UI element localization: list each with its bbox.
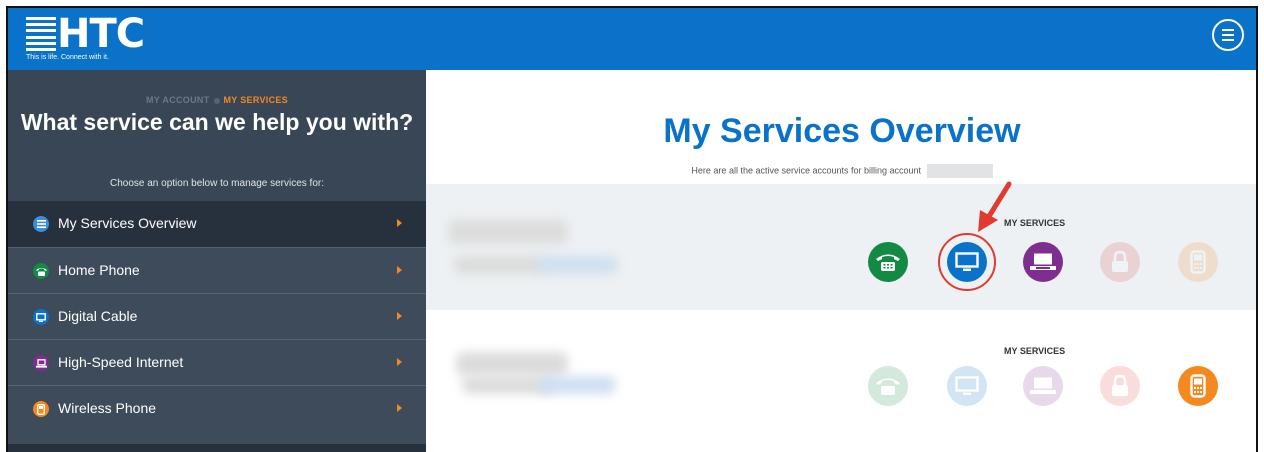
chevron-right-icon bbox=[397, 266, 402, 274]
redacted-account-name bbox=[448, 220, 568, 244]
breadcrumb-my-services: MY SERVICES bbox=[223, 95, 288, 105]
service-mobile-icon[interactable] bbox=[1178, 366, 1218, 406]
nav-item-label: High-Speed Internet bbox=[58, 354, 184, 370]
list-icon bbox=[33, 216, 49, 232]
my-services-label: MY SERVICES bbox=[1004, 346, 1066, 356]
htc-logo[interactable]: HTC This is life. Connect with it. bbox=[26, 11, 146, 64]
nav-item-home-phone[interactable]: Home Phone bbox=[8, 247, 426, 293]
page-subtitle: Here are all the active service accounts… bbox=[426, 164, 1256, 178]
phone-icon bbox=[33, 263, 49, 279]
nav-item-digital-cable[interactable]: Digital Cable bbox=[8, 293, 426, 339]
sidebar: MY ACCOUNT MY SERVICES What service can w… bbox=[8, 70, 426, 452]
account-row: MY SERVICES bbox=[426, 310, 1256, 436]
logo-tagline: This is life. Connect with it. bbox=[26, 54, 109, 61]
redacted-account-number bbox=[926, 164, 993, 178]
mobile-icon bbox=[33, 401, 49, 417]
redacted-account-name bbox=[456, 352, 568, 376]
service-mobile-icon[interactable] bbox=[1178, 242, 1218, 282]
nav-item-my-services-overview[interactable]: My Services Overview bbox=[8, 201, 426, 247]
breadcrumb-separator bbox=[213, 97, 220, 104]
sidebar-footer bbox=[8, 444, 426, 452]
service-laptop-icon[interactable] bbox=[1023, 366, 1063, 406]
logo-stripes bbox=[26, 17, 56, 51]
sidebar-subtitle: Choose an option below to manage service… bbox=[109, 178, 324, 189]
sidebar-header: MY ACCOUNT MY SERVICES What service can w… bbox=[8, 70, 426, 201]
breadcrumb-my-account[interactable]: MY ACCOUNT bbox=[146, 95, 210, 105]
laptop-icon bbox=[33, 355, 49, 371]
account-row: MY SERVICES bbox=[426, 181, 1256, 310]
nav-item-label: My Services Overview bbox=[58, 215, 197, 231]
service-tv-icon[interactable] bbox=[947, 366, 987, 406]
chevron-right-icon bbox=[397, 358, 402, 366]
chevron-right-icon bbox=[397, 404, 402, 412]
redacted-account-link[interactable] bbox=[538, 376, 616, 394]
service-lock-icon[interactable] bbox=[1100, 242, 1140, 282]
main-content: My Services Overview Here are all the ac… bbox=[426, 70, 1256, 452]
page-title: My Services Overview bbox=[663, 112, 1021, 150]
nav-item-label: Digital Cable bbox=[58, 308, 138, 324]
service-phone-icon[interactable] bbox=[868, 366, 908, 406]
service-tv-icon[interactable] bbox=[947, 242, 987, 282]
service-lock-icon[interactable] bbox=[1100, 366, 1140, 406]
service-phone-icon[interactable] bbox=[868, 242, 908, 282]
nav-item-label: Home Phone bbox=[58, 262, 140, 278]
redacted-account-link[interactable] bbox=[538, 256, 618, 274]
services-nav: My Services Overview Home Phone Digital … bbox=[8, 201, 426, 431]
top-bar: HTC This is life. Connect with it. bbox=[8, 8, 1256, 70]
sidebar-title: What service can we help you with? bbox=[20, 109, 414, 135]
logo-text: HTC bbox=[57, 11, 145, 57]
service-laptop-icon[interactable] bbox=[1023, 242, 1063, 282]
redacted-account-address bbox=[454, 256, 546, 274]
annotation-arrow-icon bbox=[978, 181, 1012, 232]
chevron-right-icon bbox=[397, 219, 402, 227]
chevron-right-icon bbox=[397, 312, 402, 320]
nav-item-high-speed-internet[interactable]: High-Speed Internet bbox=[8, 339, 426, 385]
logo-mark: HTC bbox=[26, 11, 145, 57]
page-frame: HTC This is life. Connect with it. MY AC… bbox=[6, 6, 1258, 452]
breadcrumb: MY ACCOUNT MY SERVICES bbox=[8, 95, 426, 105]
tv-icon bbox=[33, 309, 49, 325]
nav-item-label: Wireless Phone bbox=[58, 400, 157, 416]
nav-item-wireless-phone[interactable]: Wireless Phone bbox=[8, 385, 426, 431]
hamburger-menu-icon[interactable] bbox=[1212, 19, 1244, 51]
